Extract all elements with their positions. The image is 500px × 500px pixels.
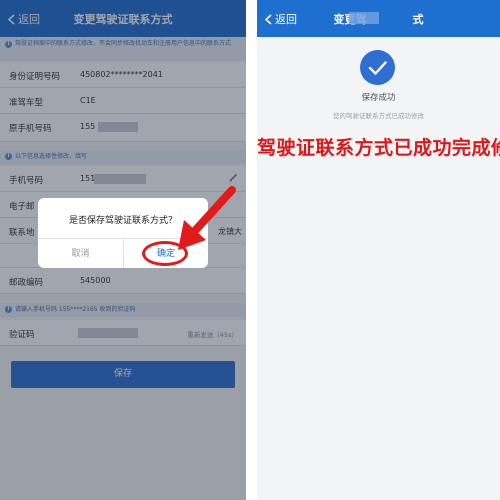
cancel-button[interactable]: 取消 (38, 246, 123, 259)
page-title-right: 式 (412, 13, 424, 26)
redacted-block (349, 12, 379, 24)
checkmark-icon (368, 61, 387, 75)
annotation-caption: 驾驶证联系方式已成功完成修改 (257, 137, 500, 159)
left-phone-screen: 返回 变更驾驶证联系方式 i 驾驶证档案中的联系方式修改，不会同步修改机动车和注… (0, 0, 246, 500)
success-badge (360, 50, 395, 85)
nav-bar: 返回 变更驾式 (257, 0, 500, 37)
right-phone-screen: 返回 变更驾式 保存成功 您的驾驶证联系方式已成功修改 驾驶证联系方式已成功完成… (257, 0, 500, 500)
success-title: 保存成功 (361, 93, 396, 103)
red-arrow-icon (178, 186, 236, 250)
success-subtitle: 您的驾驶证联系方式已成功修改 (333, 112, 424, 120)
